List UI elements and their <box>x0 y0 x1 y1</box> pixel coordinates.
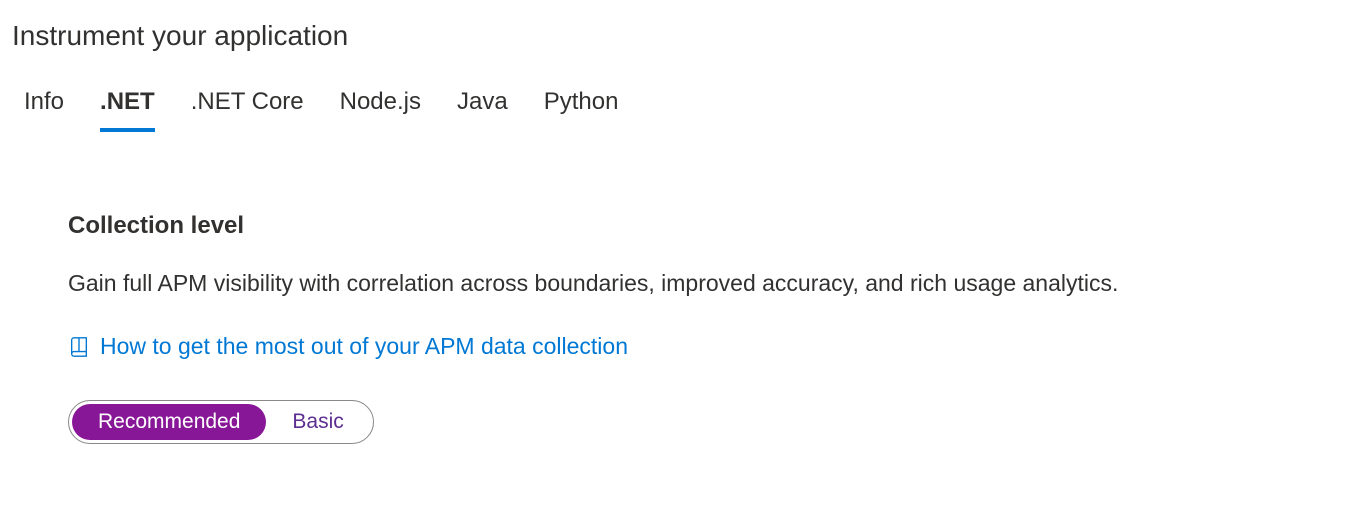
help-link-row: How to get the most out of your APM data… <box>68 333 1356 360</box>
collection-level-description: Gain full APM visibility with correlatio… <box>68 270 1356 297</box>
tab-nodejs[interactable]: Node.js <box>340 88 421 132</box>
page-title: Instrument your application <box>12 20 1356 52</box>
tab-dotnet-core[interactable]: .NET Core <box>191 88 304 132</box>
tab-dotnet[interactable]: .NET <box>100 88 155 132</box>
content-area: Collection level Gain full APM visibilit… <box>12 212 1356 444</box>
book-icon <box>68 336 90 358</box>
tab-info[interactable]: Info <box>24 88 64 132</box>
toggle-recommended[interactable]: Recommended <box>72 404 266 440</box>
tab-java[interactable]: Java <box>457 88 508 132</box>
tabs-container: Info .NET .NET Core Node.js Java Python <box>12 88 1356 132</box>
tab-python[interactable]: Python <box>544 88 619 132</box>
collection-level-title: Collection level <box>68 212 1356 240</box>
help-link[interactable]: How to get the most out of your APM data… <box>100 333 628 360</box>
toggle-basic[interactable]: Basic <box>266 404 369 440</box>
collection-level-toggle: Recommended Basic <box>68 400 374 444</box>
